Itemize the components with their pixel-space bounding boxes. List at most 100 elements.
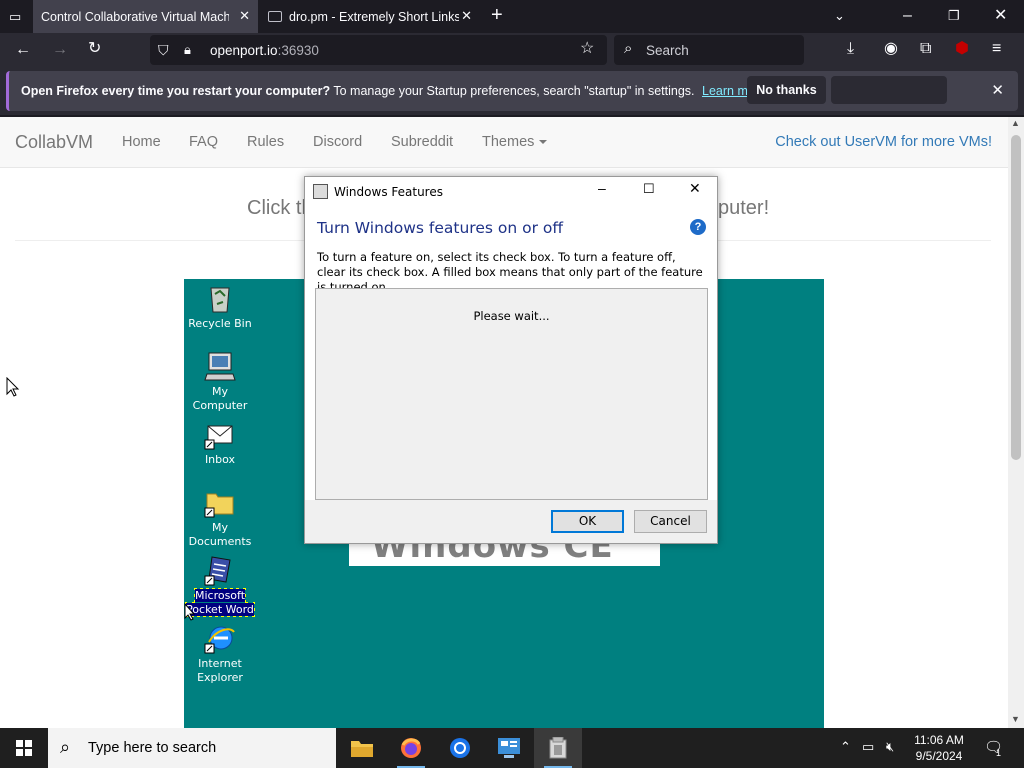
- tab-title: dro.pm - Extremely Short Links: [289, 9, 459, 24]
- downloads-icon[interactable]: ⤓: [847, 41, 854, 57]
- clock-time: 11:06 AM: [914, 733, 964, 747]
- desktop-icon-recycle-bin[interactable]: Recycle Bin: [184, 282, 256, 331]
- chevron-down-icon[interactable]: ⌄: [834, 8, 845, 24]
- show-hidden-icons-chevron-icon[interactable]: ⌃: [840, 739, 851, 755]
- restore-icon[interactable]: ❐: [948, 8, 960, 24]
- caret-down-icon: [539, 140, 548, 145]
- ublock-icon[interactable]: ⬢: [955, 41, 969, 57]
- close-tab-icon[interactable]: ✕: [461, 8, 472, 24]
- ok-button[interactable]: OK: [551, 510, 624, 533]
- nav-themes-dropdown[interactable]: Themes: [482, 134, 548, 150]
- maximize-icon[interactable]: ☐: [643, 181, 655, 197]
- taskbar-control-panel[interactable]: [485, 728, 533, 768]
- taskbar-clock[interactable]: 11:06 AM 9/5/2024: [905, 732, 973, 764]
- network-icon[interactable]: ▭: [862, 739, 874, 755]
- search-placeholder: Search: [646, 43, 689, 58]
- back-icon[interactable]: ←: [15, 42, 31, 58]
- tab-collabvm[interactable]: Control Collaborative Virtual Machine ✕: [33, 0, 258, 33]
- start-button[interactable]: [0, 728, 48, 768]
- taskbar-file-explorer[interactable]: [338, 728, 386, 768]
- mouse-cursor-icon: [6, 377, 20, 397]
- vm-mouse-cursor-icon: [184, 603, 196, 621]
- desktop-icon-my-documents[interactable]: My Documents: [184, 486, 256, 549]
- dialog-body: Turn Windows features on or off ? To tur…: [305, 206, 717, 543]
- inbox-icon: [204, 425, 233, 450]
- tab-dropm[interactable]: dro.pm - Extremely Short Links ✕: [262, 0, 480, 33]
- notification-message: Open Firefox every time you restart your…: [21, 84, 766, 98]
- notification-secondary-button[interactable]: [831, 76, 947, 104]
- chrome-icon: [450, 738, 470, 758]
- windows-logo-icon: [16, 740, 32, 756]
- windows-features-icon: [549, 737, 567, 759]
- minimize-icon[interactable]: –: [598, 180, 606, 196]
- help-icon[interactable]: ?: [690, 219, 706, 235]
- extensions-icon[interactable]: ⧉: [920, 41, 931, 57]
- cancel-button[interactable]: Cancel: [634, 510, 707, 533]
- forward-icon[interactable]: →: [52, 42, 68, 58]
- search-bar[interactable]: ⌕ Search: [614, 35, 804, 65]
- scroll-down-icon[interactable]: ▼: [1011, 714, 1020, 724]
- shield-icon[interactable]: ⛉: [158, 42, 169, 58]
- tab-title: Control Collaborative Virtual Machine: [41, 9, 229, 24]
- dialog-titlebar[interactable]: Windows Features – ☐ ✕: [305, 177, 717, 206]
- page-header-right: puter!: [718, 197, 770, 219]
- notification-count-badge: 1: [996, 748, 1002, 758]
- tab-list-icon[interactable]: ▭: [9, 9, 21, 25]
- taskbar-windows-features[interactable]: [534, 728, 582, 768]
- tab-favicon-icon: [268, 11, 282, 22]
- features-tree[interactable]: Please wait...: [315, 288, 708, 500]
- close-tab-icon[interactable]: ✕: [239, 8, 250, 24]
- bookmark-star-icon[interactable]: ☆: [580, 41, 594, 57]
- account-icon[interactable]: ◉: [884, 41, 898, 57]
- close-icon[interactable]: ✕: [991, 81, 1004, 99]
- page-header-left: Click th: [247, 197, 313, 219]
- url-text: openport.io:36930: [210, 43, 319, 58]
- search-icon: ⌕: [624, 40, 633, 57]
- nav-faq[interactable]: FAQ: [189, 134, 218, 150]
- recycle-bin-icon: [210, 287, 230, 313]
- volume-muted-icon[interactable]: 🔇︎: [886, 739, 894, 755]
- notification-box: Open Firefox every time you restart your…: [6, 71, 1018, 111]
- minimize-icon[interactable]: –: [903, 8, 912, 24]
- taskbar-search-box[interactable]: ⌕ Type here to search: [48, 728, 336, 768]
- new-tab-icon[interactable]: +: [491, 5, 503, 25]
- desktop-icon-my-computer[interactable]: My Computer: [184, 350, 256, 413]
- site-navbar: CollabVM Home FAQ Rules Discord Subreddi…: [0, 117, 1008, 168]
- lock-icon[interactable]: 🔒︎: [184, 42, 191, 58]
- uservm-link[interactable]: Check out UserVM for more VMs!: [775, 134, 992, 150]
- taskbar-chrome[interactable]: [436, 728, 484, 768]
- screen: ▭ Control Collaborative Virtual Machine …: [0, 0, 1024, 768]
- folder-icon: [204, 493, 234, 518]
- taskbar-firefox[interactable]: [387, 728, 435, 768]
- url-bar[interactable]: ⛉ 🔒︎ openport.io:36930 ☆: [150, 35, 607, 65]
- reload-icon[interactable]: ↻: [88, 41, 101, 57]
- windows-features-app-icon: [313, 184, 328, 199]
- loading-status: Please wait...: [473, 309, 550, 323]
- desktop-icon-label: Microsoft Pocket Word: [185, 588, 255, 617]
- dialog-heading: Turn Windows features on or off: [317, 219, 564, 237]
- browser-toolbar: ← → ↻ ⛉ 🔒︎ openport.io:36930 ☆ ⌕ Search …: [0, 33, 1024, 67]
- desktop-icon-inbox[interactable]: Inbox: [184, 418, 256, 467]
- my-computer-icon: [204, 352, 236, 381]
- nav-home[interactable]: Home: [122, 134, 161, 150]
- nav-subreddit[interactable]: Subreddit: [391, 134, 453, 150]
- taskbar-search-placeholder: Type here to search: [88, 740, 217, 756]
- no-thanks-button[interactable]: No thanks: [747, 76, 826, 104]
- site-brand[interactable]: CollabVM: [15, 132, 93, 153]
- clock-date: 9/5/2024: [915, 749, 963, 763]
- dialog-title: Windows Features: [334, 185, 443, 199]
- close-icon[interactable]: ✕: [689, 180, 701, 197]
- search-icon: ⌕: [60, 737, 71, 757]
- close-window-icon[interactable]: ✕: [994, 8, 1007, 24]
- windows-features-dialog: Windows Features – ☐ ✕ Turn Windows feat…: [304, 176, 718, 544]
- menu-icon[interactable]: ≡: [992, 41, 1001, 57]
- windows-ce-banner: Windows CE: [349, 541, 660, 566]
- scrollbar-thumb[interactable]: [1011, 135, 1021, 460]
- desktop-icon-internet-explorer[interactable]: Internet Explorer: [184, 622, 256, 685]
- pocket-word-icon: [204, 556, 231, 586]
- browser-tab-strip: ▭ Control Collaborative Virtual Machine …: [0, 0, 1024, 33]
- nav-rules[interactable]: Rules: [247, 134, 284, 150]
- firefox-icon: [401, 738, 421, 758]
- nav-discord[interactable]: Discord: [313, 134, 362, 150]
- scroll-up-icon[interactable]: ▲: [1011, 118, 1020, 128]
